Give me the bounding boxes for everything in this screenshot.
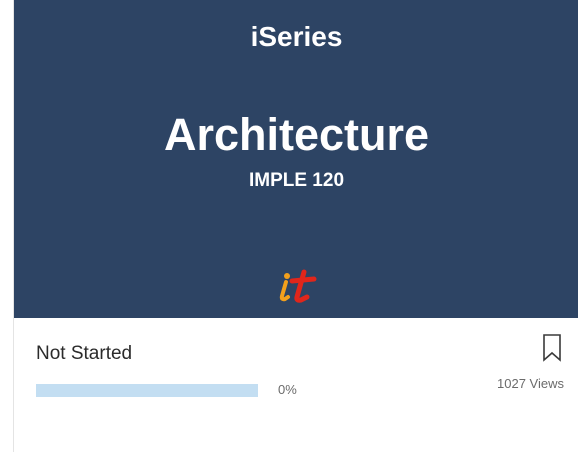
progress-percent: 0%: [278, 382, 297, 397]
completion-status: Not Started: [36, 343, 133, 364]
series-label: iSeries: [250, 21, 343, 52]
course-title: Architecture: [163, 109, 430, 160]
view-count: 1027 Views: [497, 376, 564, 391]
course-code: IMPLE 120: [248, 170, 345, 191]
progress-bar: [36, 384, 258, 397]
it-logo-icon: [279, 269, 317, 303]
course-card[interactable]: iSeries Architecture IMPLE 120 Not Start…: [13, 0, 578, 452]
bookmark-icon[interactable]: [540, 333, 564, 363]
course-banner[interactable]: iSeries Architecture IMPLE 120: [14, 0, 578, 318]
